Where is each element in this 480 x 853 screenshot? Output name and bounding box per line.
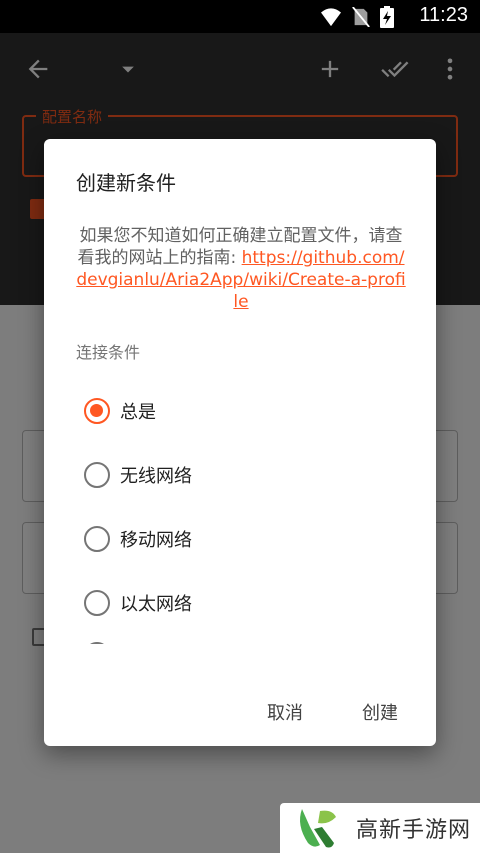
- watermark: 高新手游网: [280, 803, 480, 853]
- dialog-title: 创建新条件: [76, 171, 176, 195]
- radio-icon[interactable]: [84, 462, 110, 488]
- option-wifi[interactable]: 无线网络: [84, 455, 192, 495]
- option-label: 蓝牙: [120, 642, 156, 644]
- create-condition-dialog: 创建新条件 如果您不知道如何正确建立配置文件，请查看我的网站上的指南: http…: [44, 139, 436, 746]
- watermark-logo-icon: [300, 809, 336, 848]
- option-ethernet[interactable]: 以太网络: [84, 583, 192, 623]
- option-label: 总是: [120, 402, 156, 423]
- radio-icon[interactable]: [84, 642, 110, 644]
- status-bar: 11:23: [0, 0, 480, 33]
- cancel-button[interactable]: 取消: [267, 699, 303, 725]
- battery-charging-icon: [380, 6, 394, 28]
- status-icons: [320, 6, 394, 28]
- wifi-icon: [321, 8, 341, 27]
- connection-condition-label: 连接条件: [76, 343, 141, 362]
- condition-options: 总是 无线网络 移动网络 以太网络 蓝牙: [44, 361, 436, 644]
- create-button[interactable]: 创建: [362, 699, 398, 725]
- option-label: 以太网络: [120, 594, 192, 615]
- watermark-text: 高新手游网: [356, 818, 472, 843]
- status-time: 11:23: [419, 4, 468, 26]
- radio-selected-icon[interactable]: [84, 398, 110, 424]
- option-bluetooth[interactable]: 蓝牙: [84, 635, 156, 644]
- no-sim-icon: [352, 7, 370, 27]
- dialog-info: 如果您不知道如何正确建立配置文件，请查看我的网站上的指南: https://gi…: [74, 225, 408, 313]
- option-always[interactable]: 总是: [84, 391, 156, 431]
- option-label: 无线网络: [120, 466, 192, 487]
- option-label: 移动网络: [120, 530, 192, 551]
- option-mobile[interactable]: 移动网络: [84, 519, 192, 559]
- radio-icon[interactable]: [84, 590, 110, 616]
- radio-icon[interactable]: [84, 526, 110, 552]
